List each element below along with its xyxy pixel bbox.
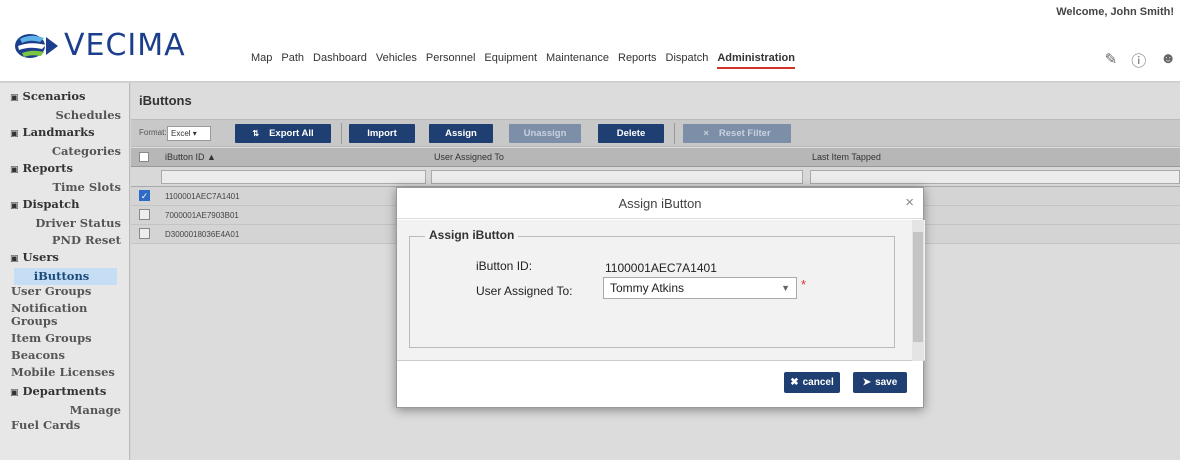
sidebar-item-driver-status[interactable]: Driver Status [0, 215, 129, 232]
grid-toolbar: Format: Excel ▾ ⇅ Export All Import Assig… [131, 119, 1180, 147]
sidebar-item-users[interactable]: Users [0, 249, 129, 268]
sidebar-item-pnd-reset[interactable]: PND Reset [0, 232, 129, 249]
nav-administration[interactable]: Administration [717, 52, 795, 69]
user-icon[interactable]: ☻ [1160, 50, 1176, 71]
sidebar-item-time-slots[interactable]: Time Slots [0, 179, 129, 196]
row-ibutton-id: D3000018036E4A01 [165, 230, 240, 239]
sidebar-item-scenarios[interactable]: Scenarios [0, 88, 129, 107]
row-checkbox[interactable] [139, 228, 150, 239]
row-ibutton-id: 1100001AEC7A1401 [165, 192, 240, 201]
header-icons: ✎ ⓘ ☻ [1105, 50, 1176, 71]
sidebar-item-categories[interactable]: Categories [0, 143, 129, 160]
sidebar-item-reports[interactable]: Reports [0, 160, 129, 179]
format-select[interactable]: Excel ▾ [167, 126, 211, 141]
chevron-down-icon: ▼ [781, 283, 790, 293]
save-label: save [875, 377, 898, 388]
column-header-user[interactable]: User Assigned To [434, 152, 504, 162]
row-checkbox[interactable]: ✓ [139, 190, 150, 201]
nav-dispatch[interactable]: Dispatch [666, 52, 709, 69]
logo: VECIMA [14, 28, 186, 63]
format-label: Format: [139, 128, 167, 137]
reset-filter-button[interactable]: × Reset Filter [683, 124, 791, 143]
help-icon[interactable]: ⓘ [1131, 50, 1146, 71]
nav-reports[interactable]: Reports [618, 52, 657, 69]
main-nav: Map Path Dashboard Vehicles Personnel Eq… [251, 52, 804, 69]
required-indicator: * [801, 277, 807, 292]
assign-button[interactable]: Assign [429, 124, 493, 143]
sidebar-item-item-groups[interactable]: Item Groups [0, 332, 129, 345]
message-icon[interactable]: ✎ [1105, 50, 1118, 71]
ibutton-id-label: iButton ID: [476, 259, 533, 273]
row-checkbox[interactable] [139, 209, 150, 220]
dialog-body: Assign iButton iButton ID: 1100001AEC7A1… [397, 220, 925, 361]
sidebar-item-ibuttons[interactable]: iButtons [14, 268, 117, 285]
assign-ibutton-dialog: Assign iButton × Assign iButton iButton … [396, 187, 925, 408]
nav-maintenance[interactable]: Maintenance [546, 52, 609, 69]
last-item-filter-input[interactable] [810, 170, 1180, 184]
save-button[interactable]: ➤ save [853, 372, 907, 393]
reset-filter-label: Reset Filter [718, 128, 771, 139]
nav-vehicles[interactable]: Vehicles [376, 52, 417, 69]
welcome-message: Welcome, John Smith! [1056, 6, 1174, 18]
user-assigned-label: User Assigned To: [476, 284, 573, 298]
dialog-title: Assign iButton [618, 196, 702, 211]
nav-map[interactable]: Map [251, 52, 272, 69]
sidebar-item-landmarks[interactable]: Landmarks [0, 124, 129, 143]
close-icon[interactable]: × [905, 194, 914, 211]
user-assigned-select[interactable]: Tommy Atkins ▼ [603, 277, 797, 299]
scrollbar-thumb[interactable] [913, 232, 923, 342]
delete-button[interactable]: Delete [598, 124, 664, 143]
column-header-last-item[interactable]: Last Item Tapped [812, 152, 881, 162]
toolbar-divider [674, 123, 675, 144]
export-all-label: Export All [269, 128, 314, 139]
page-title: iButtons [139, 93, 192, 108]
send-icon: ➤ [862, 377, 872, 388]
sidebar-item-departments[interactable]: Departments [0, 383, 129, 402]
dialog-header: Assign iButton × [397, 188, 923, 219]
nav-dashboard[interactable]: Dashboard [313, 52, 367, 69]
import-button[interactable]: Import [349, 124, 415, 143]
nav-path[interactable]: Path [281, 52, 304, 69]
export-all-button[interactable]: ⇅ Export All [235, 124, 331, 143]
sidebar: ScenariosSchedulesLandmarksCategoriesRep… [0, 83, 130, 460]
nav-equipment[interactable]: Equipment [484, 52, 537, 69]
cancel-label: cancel [802, 377, 834, 388]
assign-fieldset: Assign iButton iButton ID: 1100001AEC7A1… [409, 228, 895, 348]
ibutton-id-value: 1100001AEC7A1401 [605, 261, 717, 275]
sidebar-item-dispatch[interactable]: Dispatch [0, 196, 129, 215]
sidebar-item-notification-groups[interactable]: Notification Groups [0, 302, 129, 328]
user-filter-input[interactable] [431, 170, 803, 184]
sidebar-item-schedules[interactable]: Schedules [0, 107, 129, 124]
export-icon: ⇅ [252, 129, 260, 138]
logo-text: VECIMA [64, 28, 186, 63]
row-ibutton-id: 7000001AE7903B01 [165, 211, 239, 220]
close-icon: ✖ [790, 377, 799, 388]
column-header-ibutton-id[interactable]: iButton ID ▲ [165, 152, 216, 162]
reset-icon: × [703, 128, 709, 139]
sidebar-item-fuel-cards[interactable]: Fuel Cards [0, 419, 129, 432]
filter-row [131, 167, 1180, 187]
format-value: Excel [171, 129, 191, 138]
top-header: VECIMA Welcome, John Smith! Map Path Das… [0, 0, 1180, 82]
toolbar-divider [341, 123, 342, 144]
sidebar-item-mobile-licenses[interactable]: Mobile Licenses [0, 366, 129, 379]
grid-header-row: iButton ID ▲ User Assigned To Last Item … [131, 148, 1180, 167]
cancel-button[interactable]: ✖ cancel [784, 372, 840, 393]
column-label: iButton ID [165, 152, 205, 162]
ibutton-filter-input[interactable] [161, 170, 426, 184]
sidebar-item-user-groups[interactable]: User Groups [0, 285, 129, 298]
user-assigned-value: Tommy Atkins [610, 281, 685, 295]
fieldset-legend: Assign iButton [425, 228, 519, 242]
dialog-scrollbar[interactable] [912, 220, 924, 361]
unassign-button[interactable]: Unassign [509, 124, 581, 143]
logo-mark [14, 29, 60, 63]
sidebar-item-manage[interactable]: Manage [0, 402, 129, 419]
select-all-checkbox[interactable] [139, 152, 149, 162]
nav-personnel[interactable]: Personnel [426, 52, 476, 69]
sidebar-item-beacons[interactable]: Beacons [0, 349, 129, 362]
